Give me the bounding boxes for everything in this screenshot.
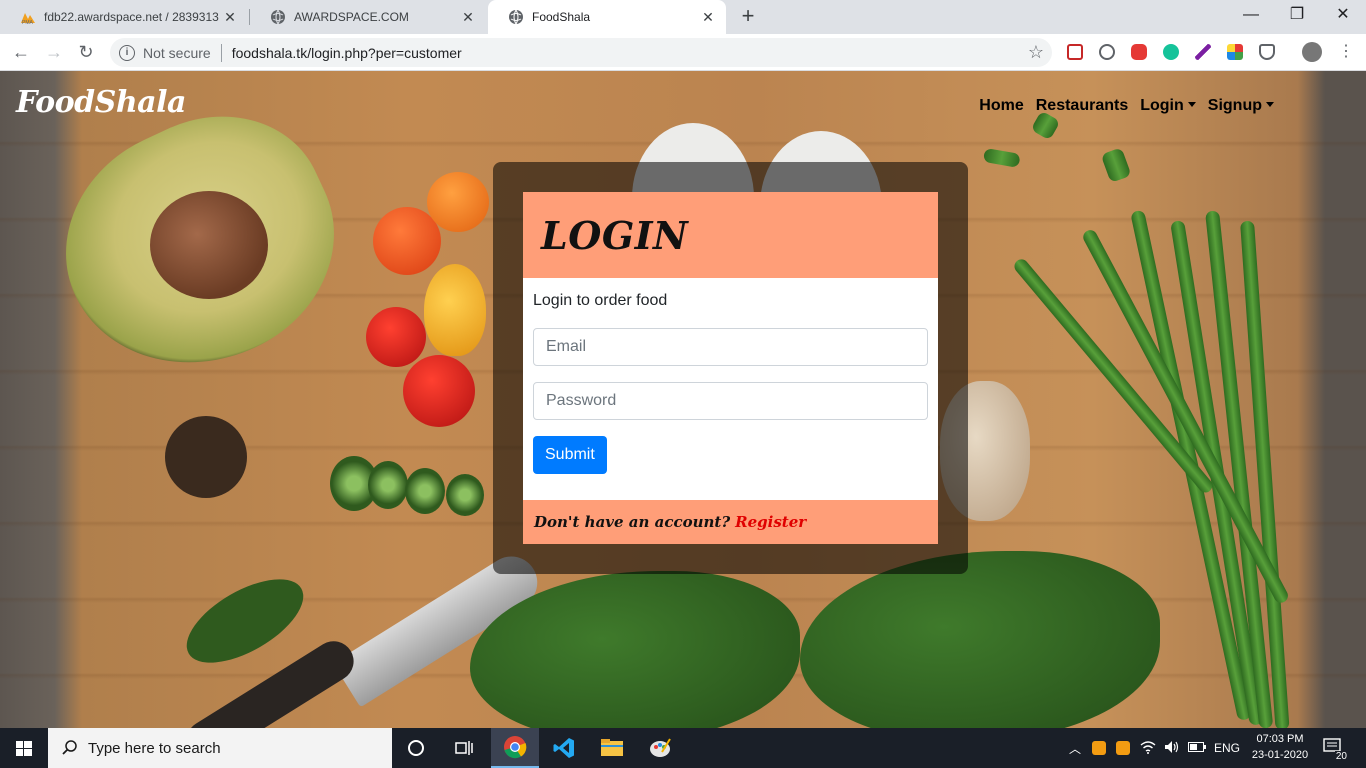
task-view-button[interactable] bbox=[440, 728, 488, 768]
minimize-button[interactable]: — bbox=[1228, 0, 1274, 34]
reload-button[interactable]: ↻ bbox=[74, 40, 98, 64]
clock-time: 07:03 PM bbox=[1256, 733, 1304, 745]
extension-colorpicker-icon[interactable] bbox=[1227, 44, 1243, 60]
taskbar-file-explorer[interactable] bbox=[588, 728, 636, 768]
taskbar-paint[interactable] bbox=[636, 728, 684, 768]
address-bar[interactable]: i Not secure foodshala.tk/login.php?per=… bbox=[110, 38, 1052, 67]
background-yellow-tomato bbox=[424, 264, 486, 356]
extension-grammarly-icon[interactable] bbox=[1163, 44, 1179, 60]
browser-toolbar: ← → ↻ i Not secure foodshala.tk/login.ph… bbox=[0, 34, 1366, 71]
nav-login-label: Login bbox=[1140, 97, 1184, 114]
windows-taskbar: Type here to search ︿ ENG 07:03 PM 23-01… bbox=[0, 728, 1366, 768]
login-subtitle: Login to order food bbox=[533, 292, 668, 309]
action-center-button[interactable]: 20 bbox=[1322, 738, 1348, 762]
background-tomato bbox=[403, 355, 475, 427]
password-field[interactable] bbox=[533, 382, 928, 420]
task-view-icon bbox=[455, 741, 473, 755]
extension-pen-icon[interactable] bbox=[1195, 44, 1211, 60]
language-indicator[interactable]: ENG bbox=[1214, 741, 1240, 755]
nav-login-dropdown[interactable]: Login bbox=[1140, 97, 1196, 115]
tab-foodshala[interactable]: FoodShala ✕ bbox=[488, 0, 726, 34]
search-placeholder: Type here to search bbox=[88, 739, 221, 757]
taskbar-search-box[interactable]: Type here to search bbox=[48, 728, 392, 768]
volume-icon[interactable] bbox=[1164, 740, 1180, 757]
extension-youtube-icon[interactable] bbox=[1131, 44, 1147, 60]
caret-down-icon bbox=[1187, 102, 1196, 107]
tab-phpmyadmin[interactable]: PMA fdb22.awardspace.net / 2839313 ✕ bbox=[0, 0, 248, 34]
back-button[interactable]: ← bbox=[9, 40, 33, 64]
windows-logo-icon bbox=[16, 741, 32, 756]
page-viewport: FoodShala Home Restaurants Login Signup … bbox=[0, 71, 1366, 728]
nav-signup-label: Signup bbox=[1207, 97, 1262, 114]
tray-app-icon[interactable] bbox=[1092, 741, 1106, 755]
background-pepper-slice bbox=[405, 468, 445, 514]
start-button[interactable] bbox=[0, 728, 48, 768]
login-card-header: LOGIN bbox=[523, 192, 938, 278]
globe-icon bbox=[508, 9, 524, 25]
notification-count: 20 bbox=[1334, 751, 1348, 762]
url-text[interactable]: foodshala.tk/login.php?per=customer bbox=[232, 45, 462, 61]
clock-date: 23-01-2020 bbox=[1251, 749, 1309, 761]
cortana-circle-icon bbox=[408, 740, 424, 756]
close-icon[interactable]: ✕ bbox=[700, 9, 716, 25]
chrome-icon bbox=[504, 736, 527, 759]
svg-text:PMA: PMA bbox=[22, 20, 34, 25]
close-window-button[interactable]: ✕ bbox=[1320, 0, 1366, 34]
nav-restaurants-link[interactable]: Restaurants bbox=[1036, 97, 1128, 115]
login-card-footer: Don't have an account? Register bbox=[523, 500, 938, 544]
register-link[interactable]: Register bbox=[735, 513, 806, 531]
extension-circle-icon[interactable] bbox=[1099, 44, 1115, 60]
close-icon[interactable]: ✕ bbox=[460, 9, 476, 25]
login-heading: LOGIN bbox=[541, 212, 689, 258]
phpmyadmin-icon: PMA bbox=[20, 9, 36, 26]
login-card: LOGIN Login to order food Submit Don't h… bbox=[523, 192, 938, 544]
search-icon bbox=[62, 740, 77, 755]
taskbar-clock[interactable]: 07:03 PM 23-01-2020 bbox=[1244, 731, 1316, 763]
tab-title: fdb22.awardspace.net / 2839313 bbox=[44, 10, 219, 24]
close-icon[interactable]: ✕ bbox=[222, 9, 238, 25]
menu-kebab-icon[interactable]: ⋮ bbox=[1334, 40, 1358, 64]
bookmark-star-icon[interactable]: ☆ bbox=[1028, 42, 1044, 63]
battery-icon[interactable] bbox=[1188, 741, 1206, 755]
register-prompt: Don't have an account? bbox=[534, 513, 731, 531]
taskbar-chrome[interactable] bbox=[491, 728, 539, 768]
extension-pocket-icon[interactable] bbox=[1067, 44, 1083, 60]
globe-icon bbox=[270, 9, 286, 25]
background-avocado-pit bbox=[150, 191, 268, 299]
restore-button[interactable]: ❐ bbox=[1274, 0, 1320, 34]
background-tomato bbox=[366, 307, 426, 367]
tab-title: FoodShala bbox=[532, 10, 591, 24]
tray-app-icon[interactable] bbox=[1116, 741, 1130, 755]
folder-icon bbox=[601, 739, 623, 756]
caret-down-icon bbox=[1266, 102, 1274, 107]
site-navbar: Home Restaurants Login Signup bbox=[979, 97, 1274, 115]
email-field[interactable] bbox=[533, 328, 928, 366]
divider bbox=[220, 43, 222, 62]
cortana-button[interactable] bbox=[392, 728, 440, 768]
vscode-icon bbox=[553, 738, 574, 758]
background-pepper-slice bbox=[368, 461, 408, 509]
nav-signup-dropdown[interactable]: Signup bbox=[1208, 97, 1274, 115]
login-card-body: Login to order food Submit bbox=[523, 278, 938, 500]
tab-title: AWARDSPACE.COM bbox=[294, 10, 409, 24]
wifi-icon[interactable] bbox=[1140, 740, 1156, 757]
paint-palette-icon bbox=[650, 738, 671, 757]
info-icon[interactable]: i bbox=[119, 44, 135, 61]
background-pepper-slice bbox=[446, 474, 484, 516]
submit-button[interactable]: Submit bbox=[533, 436, 607, 474]
security-label: Not secure bbox=[143, 44, 211, 61]
extension-shield-icon[interactable] bbox=[1259, 44, 1275, 60]
site-brand-logo[interactable]: FoodShala bbox=[16, 85, 186, 120]
system-tray: ︿ ENG bbox=[1068, 728, 1240, 768]
profile-avatar[interactable] bbox=[1302, 42, 1322, 62]
tab-awardspace[interactable]: AWARDSPACE.COM ✕ bbox=[250, 0, 486, 34]
background-board-hole bbox=[165, 416, 247, 498]
chevron-up-icon[interactable]: ︿ bbox=[1068, 740, 1082, 757]
forward-button[interactable]: → bbox=[42, 40, 66, 64]
browser-tab-strip: PMA fdb22.awardspace.net / 2839313 ✕ AWA… bbox=[0, 0, 1366, 34]
nav-home-link[interactable]: Home bbox=[979, 97, 1023, 115]
taskbar-vscode[interactable] bbox=[540, 728, 588, 768]
new-tab-button[interactable]: + bbox=[736, 5, 760, 29]
background-tomato bbox=[427, 172, 489, 232]
